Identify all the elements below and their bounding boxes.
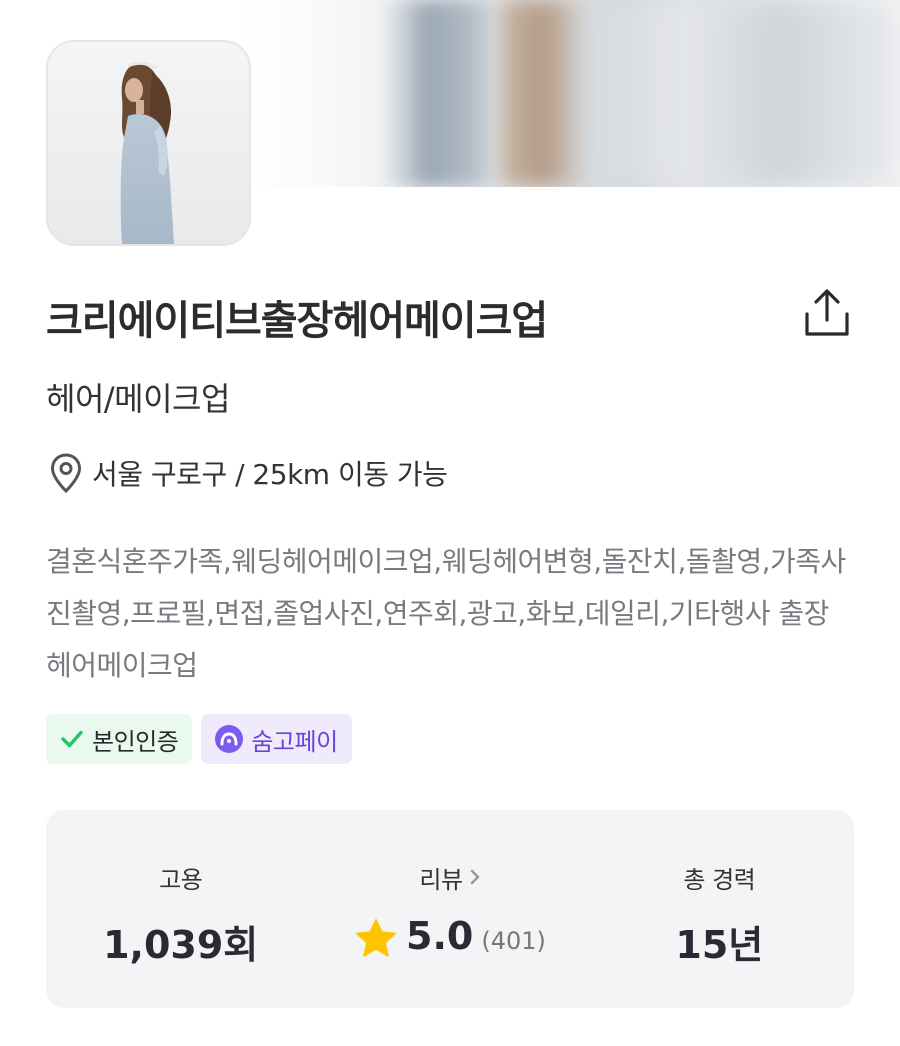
pay-badge: 숨고페이	[201, 714, 352, 764]
avatar-photo	[48, 42, 249, 244]
verified-badge-label: 본인인증	[92, 727, 179, 756]
review-count: (401)	[481, 927, 546, 955]
soomgo-pay-icon	[215, 725, 244, 753]
profile-avatar[interactable]	[46, 40, 251, 246]
stat-review-label: 리뷰	[419, 865, 463, 894]
pro-name: 크리에이티브출장헤어메이크업	[46, 298, 548, 344]
location-text: 서울 구로구 / 25km 이동 가능	[92, 458, 448, 491]
stat-career: 총 경력 15년	[585, 810, 854, 1008]
stat-hires: 고용 1,039회	[46, 810, 315, 1008]
stat-hires-value: 1,039회	[103, 923, 259, 967]
location-row: 서울 구로구 / 25km 이동 가능	[50, 452, 448, 494]
pay-badge-label: 숨고페이	[251, 727, 338, 756]
verified-badge: 본인인증	[46, 714, 193, 764]
stat-career-value: 15년	[675, 923, 764, 967]
location-pin-icon	[50, 453, 82, 493]
pro-profile-page: 크리에이티브출장헤어메이크업 헤어/메이크업 서울 구로구 / 25km 이동 …	[0, 0, 900, 1046]
chevron-right-icon	[470, 869, 479, 885]
share-button[interactable]	[800, 286, 854, 340]
stat-career-label: 총 경력	[683, 865, 756, 894]
service-description: 결혼식혼주가족,웨딩헤어메이크업,웨딩헤어변형,돌잔치,돌촬영,가족사진촬영,프…	[46, 545, 846, 682]
share-icon	[805, 289, 849, 336]
stat-hires-label: 고용	[159, 865, 203, 894]
star-icon	[356, 919, 396, 957]
stat-review-value: 5.0 (401)	[354, 914, 546, 964]
badge-row: 본인인증 숨고페이	[46, 714, 352, 764]
review-link[interactable]: 리뷰	[419, 860, 480, 894]
stat-reviews[interactable]: 리뷰 5.0 (401)	[315, 810, 584, 1008]
stats-card: 고용 1,039회 리뷰 5.0 (401) 총 경력 15년	[46, 810, 854, 1008]
rating-value: 5.0	[406, 914, 474, 958]
pro-category: 헤어/메이크업	[46, 380, 230, 418]
check-icon	[61, 730, 83, 748]
